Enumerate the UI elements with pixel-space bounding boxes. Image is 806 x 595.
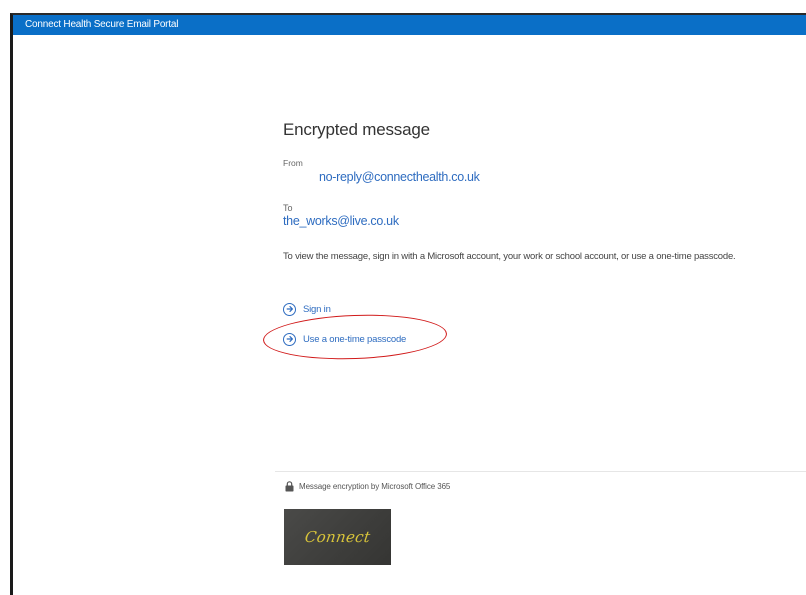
recipient-address: the_works@live.co.uk xyxy=(283,214,399,228)
top-strip xyxy=(0,0,806,13)
sign-in-label: Sign in xyxy=(303,303,331,315)
sender-address: no-reply@connecthealth.co.uk xyxy=(319,170,480,184)
frame-gap xyxy=(0,470,10,510)
brand-logo-text: Connect xyxy=(303,528,372,546)
encryption-note-text: Message encryption by Microsoft Office 3… xyxy=(299,482,451,491)
instruction-text: To view the message, sign in with a Micr… xyxy=(283,251,736,262)
circle-arrow-right-icon xyxy=(283,302,296,316)
footer-divider xyxy=(275,471,806,472)
window-frame xyxy=(10,13,806,595)
sign-in-link[interactable]: Sign in xyxy=(283,300,331,318)
lock-icon xyxy=(285,481,294,492)
to-label: To xyxy=(283,203,293,213)
app-title-bar: Connect Health Secure Email Portal xyxy=(13,15,806,35)
brand-logo: Connect xyxy=(284,509,391,565)
encryption-note: Message encryption by Microsoft Office 3… xyxy=(285,481,450,492)
page-title: Encrypted message xyxy=(283,120,430,139)
app-title: Connect Health Secure Email Portal xyxy=(25,19,179,30)
from-label: From xyxy=(283,158,303,168)
